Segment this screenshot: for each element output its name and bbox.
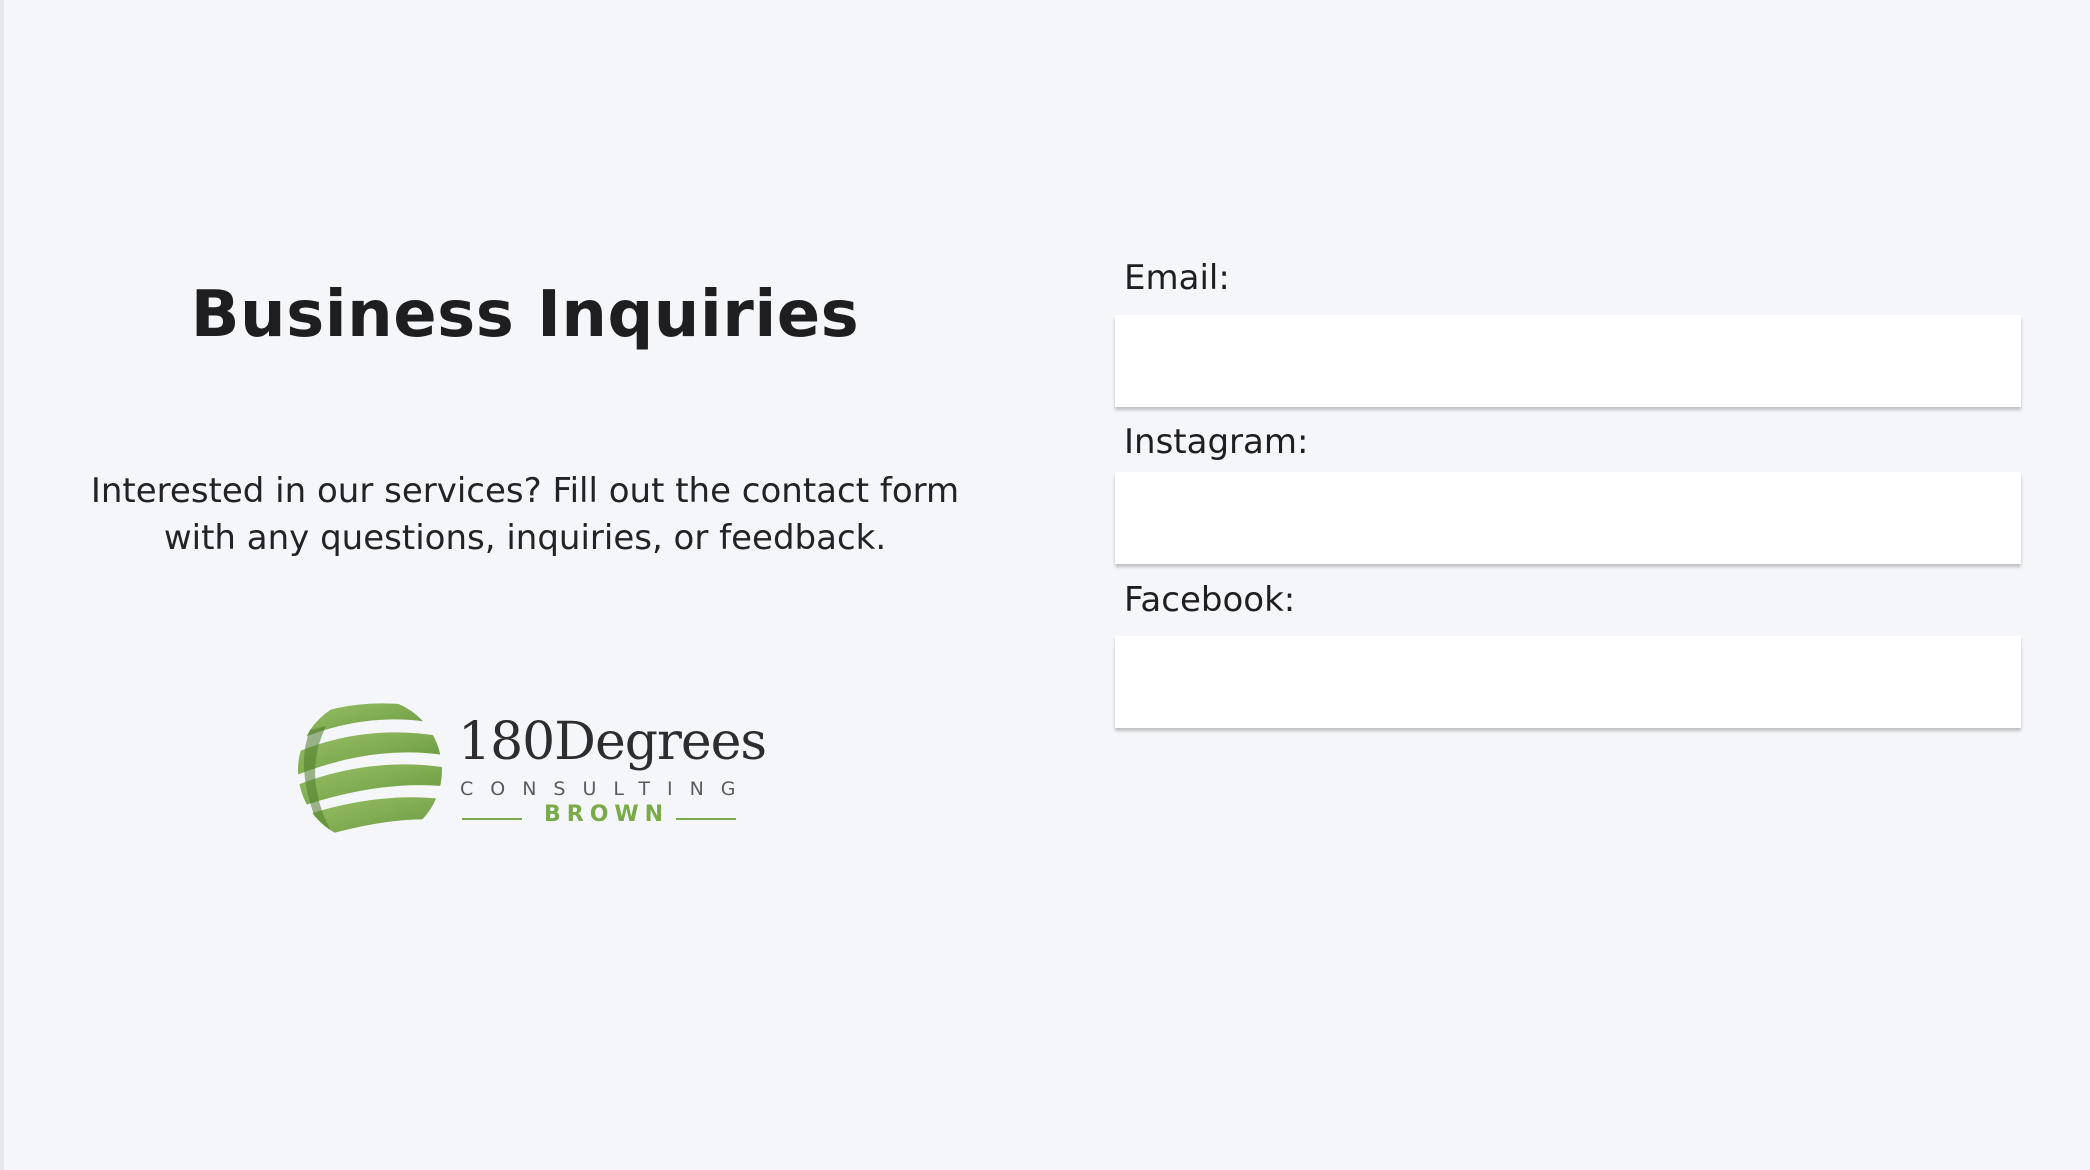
instagram-label: Instagram: — [1124, 422, 1309, 462]
globe-logo-icon — [298, 698, 442, 842]
intro-line-2: with any questions, inquiries, or feedba… — [163, 518, 887, 558]
page-title: Business Inquiries — [190, 278, 860, 352]
facebook-label: Facebook: — [1124, 580, 1296, 620]
logo-chapter: BROWN — [544, 802, 670, 827]
logo-wordmark: 180Degrees — [458, 712, 767, 772]
logo-chapter-row: BROWN — [462, 802, 742, 832]
intro-panel: Business Inquiries Interested in our ser… — [40, 0, 1010, 1170]
logo-subtitle: CONSULTING — [460, 778, 753, 800]
email-label: Email: — [1124, 258, 1230, 298]
email-field[interactable] — [1115, 315, 2021, 407]
left-edge-border — [0, 0, 4, 1170]
contact-form: Email: Instagram: Facebook: — [1115, 0, 2021, 1170]
180-degrees-consulting-logo: 180Degrees CONSULTING BROWN — [290, 690, 810, 850]
intro-line-1: Interested in our services? Fill out the… — [90, 471, 960, 511]
instagram-field[interactable] — [1115, 472, 2021, 564]
facebook-field[interactable] — [1115, 636, 2021, 728]
logo-rule-left — [462, 818, 522, 820]
logo-rule-right — [676, 818, 736, 820]
intro-text: Interested in our services? Fill out the… — [40, 468, 1010, 562]
